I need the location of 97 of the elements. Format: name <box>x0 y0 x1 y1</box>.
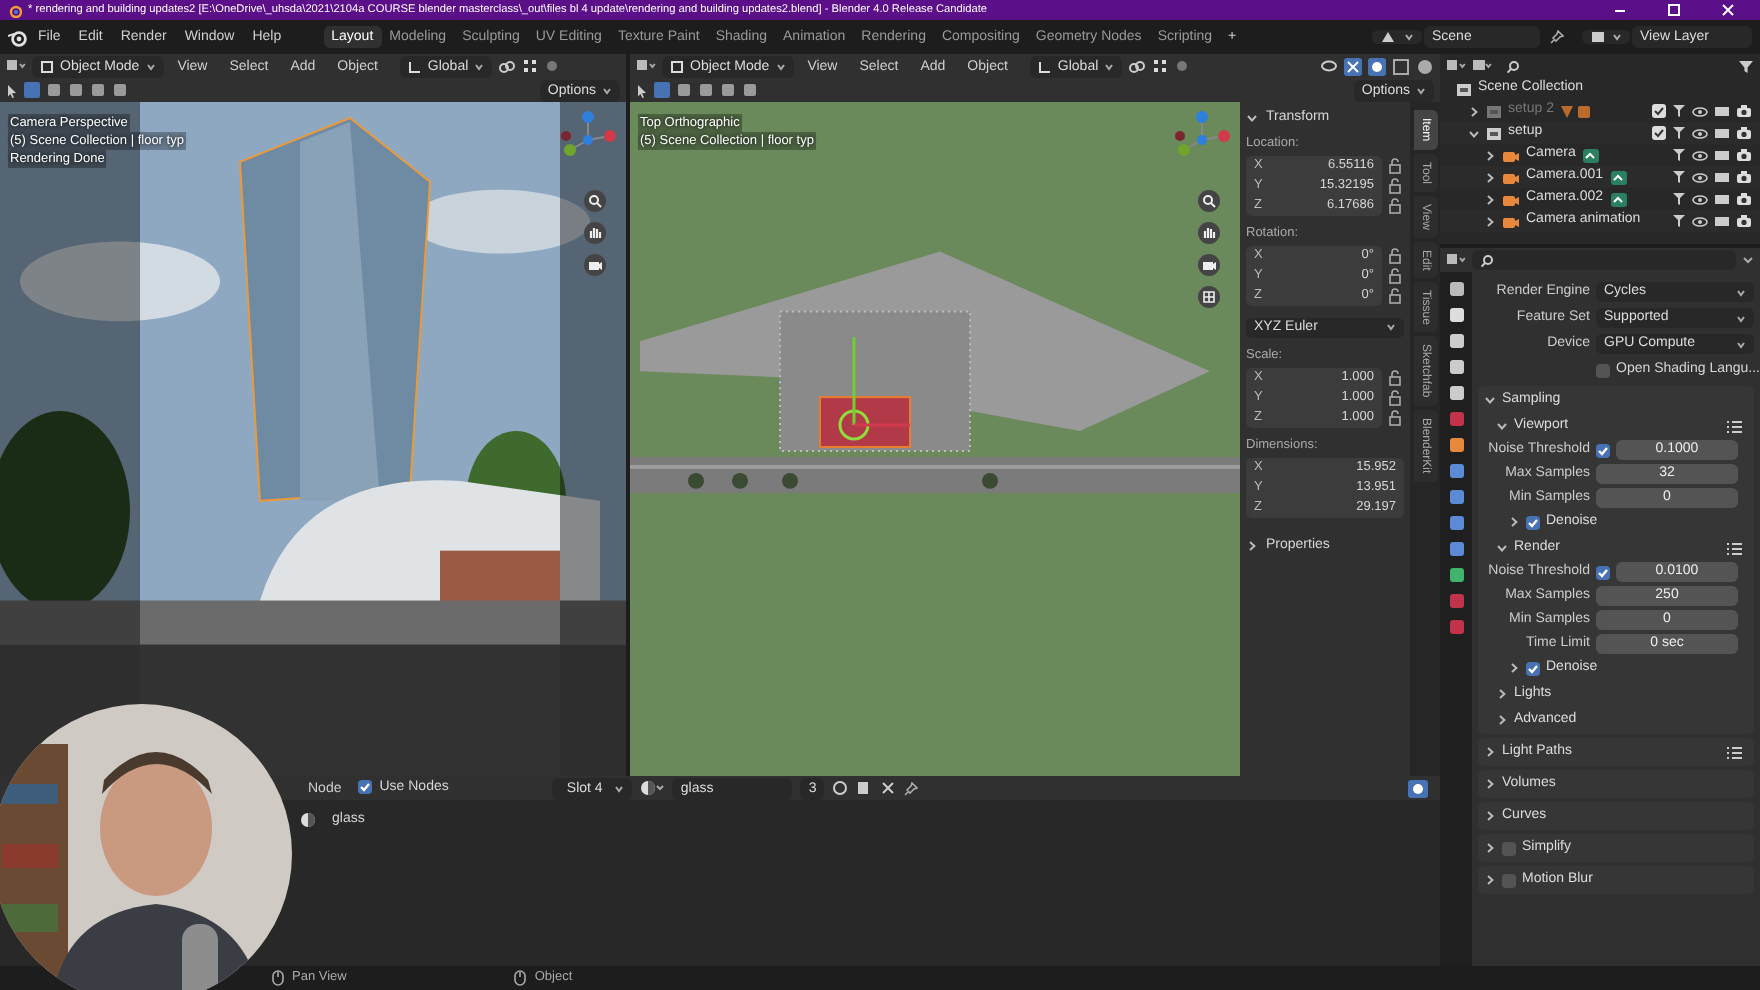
pin-icon[interactable] <box>1550 30 1564 44</box>
lock-icon[interactable] <box>1388 287 1402 304</box>
camera-object-icon <box>1502 213 1520 229</box>
overlay-icon[interactable] <box>1368 57 1386 75</box>
pin-icon[interactable] <box>904 781 919 795</box>
zoom-icon[interactable] <box>1198 190 1220 212</box>
caret-icon <box>1416 85 1426 95</box>
mouse-icon <box>272 970 284 986</box>
caret-icon <box>145 61 156 71</box>
checkbox[interactable] <box>1526 515 1540 529</box>
axes-icon <box>1037 59 1052 73</box>
checkbox[interactable] <box>357 780 372 795</box>
camera-icon[interactable] <box>1198 254 1220 276</box>
caret-icon <box>1612 32 1622 42</box>
caret-icon <box>1736 339 1746 349</box>
shading-icon[interactable] <box>1416 57 1434 75</box>
camera-object-icon <box>1502 191 1520 207</box>
xray-icon[interactable] <box>1392 57 1410 75</box>
lock-icon[interactable] <box>1388 198 1402 215</box>
snap-grid-icon[interactable] <box>522 58 539 74</box>
duplicate-icon[interactable] <box>856 780 873 796</box>
camera-icon[interactable] <box>1736 170 1752 184</box>
checkbox[interactable] <box>1596 443 1610 457</box>
caret-icon <box>1404 32 1414 42</box>
lock-icon[interactable] <box>1388 409 1402 426</box>
object-mode-icon <box>40 59 54 73</box>
caret-icon <box>474 61 485 71</box>
checkbox[interactable] <box>1502 841 1516 855</box>
select-arrow-icon[interactable] <box>6 83 18 97</box>
material-sphere-icon <box>300 812 316 829</box>
gizmo-icon[interactable] <box>1344 57 1362 75</box>
eye-icon[interactable] <box>1692 193 1708 205</box>
object-mode-icon <box>670 59 684 73</box>
link-icon[interactable] <box>498 59 517 73</box>
blender-logo-icon[interactable] <box>8 27 28 47</box>
caret-icon <box>1386 322 1396 333</box>
search-icon <box>1480 253 1494 267</box>
lock-icon[interactable] <box>1388 247 1402 264</box>
lock-icon[interactable] <box>1388 158 1402 175</box>
camera-icon[interactable] <box>1736 214 1752 228</box>
lock-icon[interactable] <box>1388 369 1402 386</box>
mouse-icon <box>514 970 527 986</box>
presets-icon[interactable] <box>1726 541 1742 555</box>
checkbox[interactable] <box>1596 363 1610 377</box>
checkbox[interactable] <box>1596 565 1610 579</box>
maximize-icon[interactable] <box>1668 4 1680 16</box>
minimize-icon[interactable] <box>1614 4 1626 16</box>
editor-type-icon[interactable] <box>636 58 656 74</box>
presets-icon[interactable] <box>1726 745 1742 759</box>
lock-icon[interactable] <box>1388 178 1402 195</box>
camera-icon[interactable] <box>1736 126 1752 140</box>
caret-icon <box>602 85 612 95</box>
close-icon[interactable] <box>880 780 897 796</box>
grid-icon[interactable] <box>1198 286 1220 308</box>
camera-icon[interactable] <box>1736 104 1752 118</box>
select-arrow-icon[interactable] <box>636 83 648 97</box>
eye-icon[interactable] <box>1692 149 1708 161</box>
link-icon[interactable] <box>1128 59 1147 73</box>
lock-icon[interactable] <box>1388 267 1402 284</box>
caret-icon <box>1104 61 1115 71</box>
exclude-checkbox-icon[interactable] <box>1652 126 1666 140</box>
editor-type-icon[interactable] <box>1446 252 1466 268</box>
caret-icon <box>1736 313 1746 323</box>
overlay-icon[interactable] <box>1408 779 1428 797</box>
camera-icon[interactable] <box>1736 148 1752 162</box>
search-field[interactable] <box>1472 250 1736 270</box>
fake-user-icon[interactable] <box>832 780 849 796</box>
visibility-icon[interactable] <box>1320 58 1338 74</box>
editor-type-icon[interactable] <box>1446 58 1466 74</box>
scene-selector[interactable] <box>1372 30 1422 44</box>
axes-icon <box>407 59 422 73</box>
caret-icon[interactable] <box>1742 254 1754 266</box>
selected-object-drawing[interactable] <box>819 337 911 448</box>
eye-icon[interactable] <box>1692 105 1708 117</box>
camera-object-icon <box>1502 169 1520 185</box>
eye-icon[interactable] <box>1692 171 1708 183</box>
presets-icon[interactable] <box>1726 419 1742 433</box>
checkbox[interactable] <box>1502 873 1516 887</box>
snap-grid-icon[interactable] <box>1152 58 1169 74</box>
view-layer-selector[interactable] <box>1582 30 1630 44</box>
checkbox[interactable] <box>1526 661 1540 675</box>
camera-icon[interactable] <box>1736 192 1752 206</box>
editor-type-icon[interactable] <box>6 58 26 74</box>
caret-icon <box>1736 287 1746 297</box>
search-icon <box>1506 59 1520 73</box>
camera-object-icon <box>1502 147 1520 163</box>
exclude-checkbox-icon[interactable] <box>1652 104 1666 118</box>
lock-icon[interactable] <box>1388 389 1402 406</box>
hand-icon[interactable] <box>1198 222 1220 244</box>
eye-icon[interactable] <box>1692 215 1708 227</box>
funnel-icon[interactable] <box>1738 59 1754 73</box>
display-mode-icon[interactable] <box>1472 58 1492 74</box>
blender-logo-icon <box>8 3 22 17</box>
eye-icon[interactable] <box>1692 127 1708 139</box>
caret-icon <box>614 783 625 793</box>
material-sphere-icon[interactable] <box>640 780 665 796</box>
caret-icon <box>775 61 786 71</box>
